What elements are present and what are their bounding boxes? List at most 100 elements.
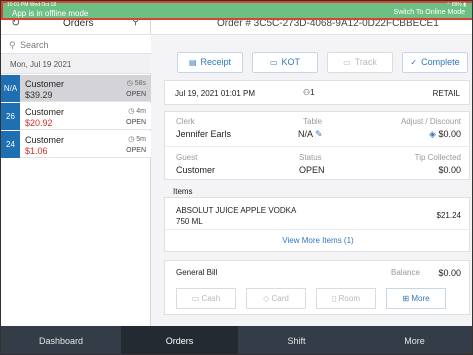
guest-label: Guest: [176, 153, 198, 162]
items-section-label: Items: [173, 187, 193, 196]
clock-icon: ◷: [128, 136, 135, 143]
status-label: Status: [299, 153, 322, 162]
adjust-discount-label: Adjust / Discount: [400, 117, 461, 126]
tag-icon: ◈: [429, 129, 436, 139]
kot-icon: ▭: [269, 58, 278, 67]
order-info-card: Jul 19, 2021 01:01 PM ⚇1 RETAIL: [164, 80, 470, 105]
order-table-tag: N/A: [1, 75, 20, 102]
order-table-tag: 24: [1, 131, 20, 158]
cash-icon: ▭: [191, 294, 200, 303]
balance-value: $0.00: [438, 268, 461, 278]
table-value-text: N/A: [298, 129, 313, 139]
order-row[interactable]: 24 Customer $1.06 ◷ 5m OPEN: [1, 131, 151, 158]
item-name: ABSOLUT JUICE APPLE VODKA 750 ML: [176, 205, 356, 227]
orders-sidebar: ↻ Orders ⚲ ⚲ Mon, Jul 19 2021 N/A Custom…: [1, 1, 151, 326]
kot-button[interactable]: ▭ KOT: [252, 52, 318, 73]
more-payment-button[interactable]: ⊞ More: [386, 288, 446, 309]
search-bar: ⚲: [1, 34, 151, 54]
cash-button[interactable]: ▭ Cash: [176, 288, 236, 309]
order-amount: $1.06: [25, 146, 48, 156]
check-circle-icon: ✓: [410, 58, 418, 67]
order-elapsed: ◷ 5m: [128, 135, 146, 143]
track-button[interactable]: ▭ Track: [327, 52, 393, 73]
track-button-label: Track: [354, 57, 377, 67]
nav-tab-orders[interactable]: Orders: [121, 326, 238, 354]
order-state: OPEN: [126, 91, 146, 98]
guest-count: ⚇1: [303, 88, 315, 97]
bill-title: General Bill: [176, 268, 218, 277]
clock-icon: ◷: [126, 80, 133, 87]
app-window: ↻ Orders ⚲ ⚲ Mon, Jul 19 2021 N/A Custom…: [0, 0, 473, 355]
order-details-card: Clerk Jennifer Earls Table N/A ✎ Adjust …: [164, 111, 471, 180]
order-table-tag: 26: [1, 103, 20, 130]
order-elapsed-value: 4m: [136, 108, 146, 115]
cash-button-label: Cash: [201, 294, 221, 303]
order-detail-panel: Order # 3C5C-273D-4068-9A12-0D22FCBBECE1…: [151, 1, 472, 326]
divider: [165, 146, 471, 147]
more-payment-label: More: [411, 294, 430, 303]
order-amount: $39.29: [25, 90, 53, 100]
nav-tab-shift[interactable]: Shift: [238, 326, 355, 354]
kot-button-label: KOT: [281, 57, 301, 67]
room-button[interactable]: ▯ Room: [316, 288, 376, 309]
room-button-label: Room: [338, 294, 360, 303]
receipt-icon: ▤: [188, 58, 197, 67]
order-elapsed: ◷ 4m: [128, 107, 146, 115]
complete-button[interactable]: ✓ Complete: [402, 52, 468, 73]
plus-box-icon: ⊞: [402, 294, 410, 303]
nav-tab-more[interactable]: More: [355, 326, 472, 354]
order-state: OPEN: [126, 147, 146, 154]
search-icon: ⚲: [9, 40, 16, 50]
guest-count-value: 1: [310, 88, 315, 97]
date-group-header: Mon, Jul 19 2021: [1, 54, 151, 74]
item-size-line: 750 ML: [176, 217, 203, 226]
order-row[interactable]: N/A Customer $39.29 ◷ 58s OPEN: [1, 75, 151, 102]
item-price: $21.24: [436, 211, 461, 220]
divider: [165, 229, 471, 230]
order-elapsed-value: 58s: [134, 80, 146, 87]
table-label: Table: [303, 117, 323, 126]
order-state: OPEN: [126, 119, 146, 126]
items-card: ABSOLUT JUICE APPLE VODKA 750 ML $21.24 …: [164, 197, 471, 252]
item-name-line: ABSOLUT JUICE APPLE VODKA: [176, 206, 297, 215]
order-type: RETAIL: [432, 89, 460, 98]
search-input[interactable]: [20, 38, 140, 52]
bottom-nav: Dashboard Orders Shift More: [1, 326, 472, 354]
clock-icon: ◷: [128, 108, 135, 115]
table-value[interactable]: N/A ✎: [298, 129, 323, 140]
order-datetime: Jul 19, 2021 01:01 PM: [175, 89, 256, 98]
track-icon: ▭: [343, 58, 351, 67]
order-elapsed-value: 5m: [136, 136, 146, 143]
status-indicators: ⌃ 89% ▮: [446, 2, 466, 8]
clerk-value: Jennifer Earls: [176, 129, 232, 139]
edit-icon[interactable]: ✎: [315, 129, 323, 139]
tip-collected-label: Tip Collected: [414, 153, 461, 162]
tip-collected-value: $0.00: [438, 165, 461, 175]
order-customer-name: Customer: [25, 107, 65, 117]
nav-tab-dashboard[interactable]: Dashboard: [1, 326, 121, 354]
balance-label: Balance: [391, 268, 420, 277]
date-group-label: Mon, Jul 19 2021: [10, 60, 72, 69]
order-elapsed: ◷ 58s: [127, 79, 146, 87]
receipt-button-label: Receipt: [200, 57, 232, 67]
card-button[interactable]: ◇ Card: [246, 288, 306, 309]
offline-message: App is in offline mode: [12, 9, 89, 18]
view-more-items-link[interactable]: View More Items (1): [165, 236, 471, 245]
order-customer-name: Customer: [25, 135, 65, 145]
order-amount: $20.92: [25, 118, 53, 128]
receipt-button[interactable]: ▤ Receipt: [177, 52, 243, 73]
card-button-label: Card: [271, 294, 289, 303]
switch-online-button[interactable]: Switch To Online Mode: [394, 9, 465, 16]
room-icon: ▯: [332, 294, 337, 303]
adjust-discount-value[interactable]: ◈ $0.00: [429, 129, 461, 140]
order-customer-name: Customer: [25, 79, 65, 89]
complete-button-label: Complete: [421, 57, 460, 67]
order-actions: ▤ Receipt ▭ KOT ▭ Track ✓ Complete: [164, 52, 470, 74]
status-value: OPEN: [299, 165, 325, 175]
status-time: 10:01 PM Wed Oct 18: [7, 2, 57, 8]
device-status-bar: 10:01 PM Wed Oct 18 ⌃ 89% ▮: [1, 1, 472, 10]
clerk-label: Clerk: [176, 117, 195, 126]
order-row[interactable]: 26 Customer $20.92 ◷ 4m OPEN: [1, 103, 151, 130]
adjust-discount-amount: $0.00: [438, 129, 461, 139]
card-icon: ◇: [263, 294, 270, 303]
